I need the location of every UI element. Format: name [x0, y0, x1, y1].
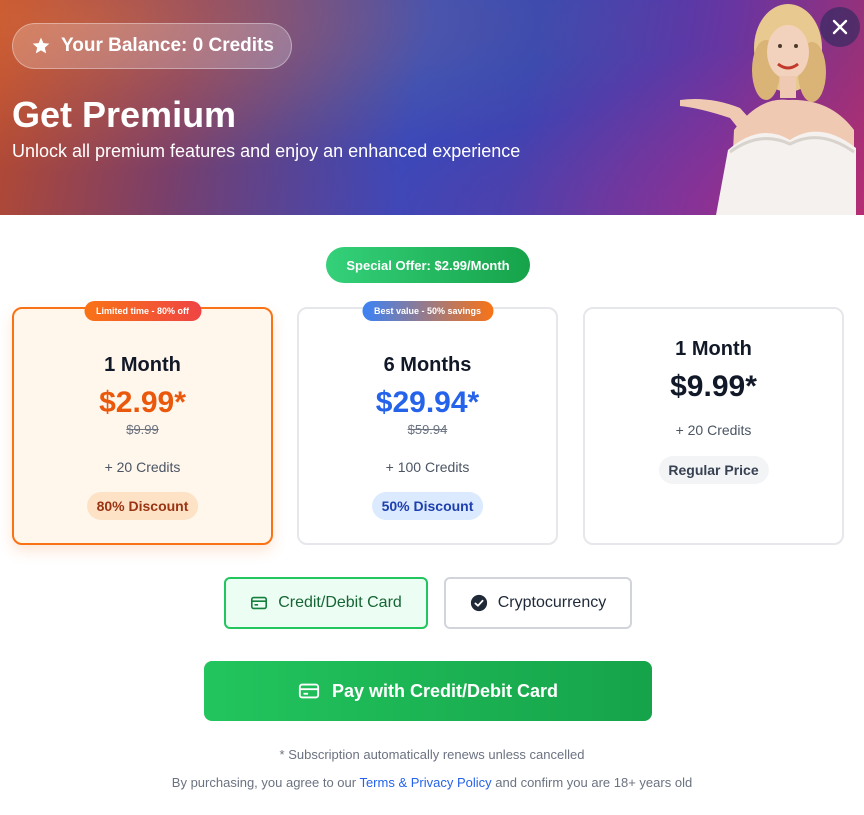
payment-method-label: Cryptocurrency [497, 594, 607, 611]
check-circle-icon [470, 594, 487, 612]
plan-name: 6 Months [383, 354, 472, 376]
terms-suffix: and confirm you are 18+ years old [491, 775, 693, 790]
plan-card-1-month-discount[interactable]: Limited time - 80% off 1 Month $2.99* $9… [12, 301, 273, 545]
renewal-note: * Subscription automatically renews unle… [279, 747, 585, 762]
credit-card-icon [251, 596, 268, 610]
plan-discount-badge: 50% Discount [371, 492, 484, 520]
payment-method-card-button[interactable]: Credit/Debit Card [224, 577, 428, 629]
balance-label: Your Balance: 0 Credits [61, 35, 274, 56]
close-icon [832, 19, 848, 35]
terms-note: By purchasing, you agree to our Terms & … [0, 775, 864, 790]
plan-name: 1 Month [104, 354, 181, 376]
payment-method-crypto-button[interactable]: Cryptocurrency [444, 577, 632, 629]
page-subtitle: Unlock all premium features and enjoy an… [12, 141, 521, 161]
terms-prefix: By purchasing, you agree to our [171, 775, 360, 790]
plan-tag: Limited time - 80% off [83, 301, 202, 321]
page-title: Get Premium [12, 94, 237, 135]
terms-link[interactable]: Terms & Privacy Policy [359, 775, 491, 790]
plan-discount-badge: 80% Discount [86, 492, 199, 520]
plan-name: 1 Month [675, 338, 752, 360]
pay-button[interactable]: Pay with Credit/Debit Card [204, 661, 652, 721]
pay-button-label: Pay with Credit/Debit Card [331, 680, 559, 701]
plan-credits: + 20 Credits [104, 459, 181, 475]
star-icon [32, 37, 50, 54]
plan-credits: + 100 Credits [385, 459, 470, 475]
regular-price-badge: Regular Price [658, 456, 769, 484]
plan-price: $2.99* [99, 386, 186, 419]
plan-credits: + 20 Credits [675, 422, 752, 438]
special-offer-badge: Special Offer: $2.99/Month [326, 247, 530, 283]
plan-price: $29.94* [375, 386, 480, 419]
plan-card-1-month-regular[interactable]: 1 Month $9.99* + 20 Credits Regular Pric… [583, 307, 844, 545]
payment-method-label: Credit/Debit Card [278, 594, 402, 611]
credit-card-icon [298, 683, 320, 699]
balance-pill: Your Balance: 0 Credits [12, 23, 292, 69]
premium-header: Your Balance: 0 Credits Get Premium Unlo… [0, 0, 864, 215]
plan-tag: Best value - 50% savings [361, 301, 494, 321]
close-button[interactable] [820, 7, 860, 47]
plan-price: $9.99* [670, 370, 757, 403]
plan-old-price: $9.99 [126, 422, 159, 437]
plan-old-price: $59.94 [407, 422, 448, 437]
plan-card-6-months[interactable]: Best value - 50% savings 6 Months $29.94… [297, 301, 558, 545]
